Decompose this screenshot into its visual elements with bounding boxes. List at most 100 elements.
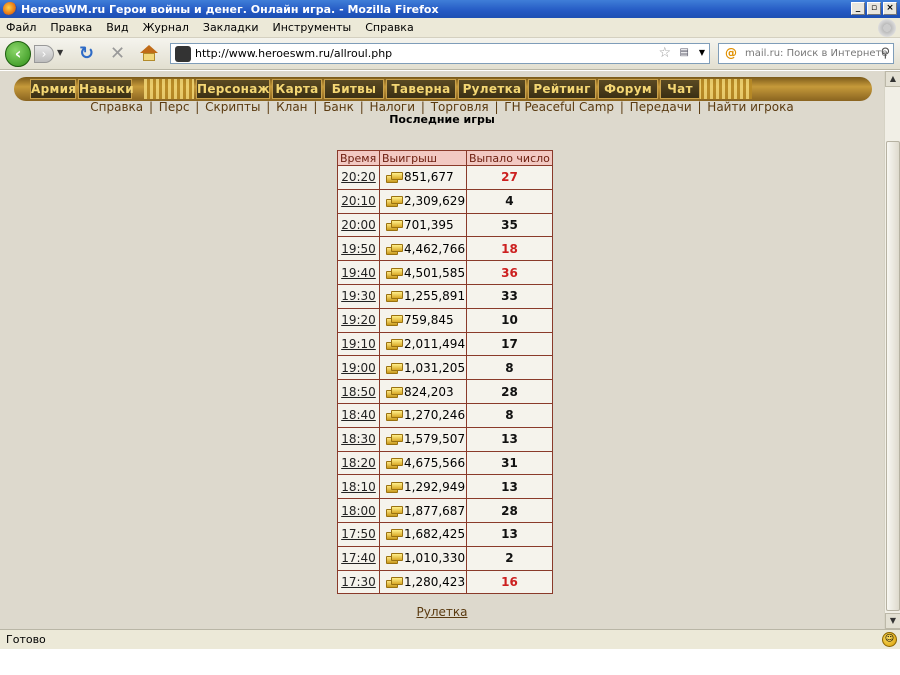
- win-cell: 1,877,687: [379, 498, 467, 523]
- status-bar: Готово ☺: [0, 629, 900, 649]
- minimize-button[interactable]: _: [851, 2, 865, 15]
- menu-help[interactable]: Справка: [365, 21, 413, 34]
- menu-tools[interactable]: Инструменты: [273, 21, 352, 34]
- time-cell: 17:40: [337, 545, 380, 571]
- menu-roulette-button[interactable]: Рулетка: [458, 79, 526, 99]
- win-amount: 4,675,566: [404, 455, 466, 470]
- page-title: Последние игры: [389, 113, 495, 126]
- table-row: 20:20 851,677 27: [337, 165, 553, 190]
- menu-battles-button[interactable]: Битвы: [324, 79, 384, 99]
- game-time-link[interactable]: 18:20: [341, 456, 376, 470]
- home-icon[interactable]: [140, 45, 158, 61]
- time-cell: 18:50: [337, 379, 380, 404]
- time-cell: 20:00: [337, 212, 380, 238]
- game-time-link[interactable]: 17:40: [341, 551, 376, 565]
- game-time-link[interactable]: 19:00: [341, 361, 376, 375]
- table-row: 17:40 1,010,330 2: [337, 545, 553, 571]
- scroll-down-button[interactable]: ▼: [885, 613, 900, 629]
- win-amount: 759,845: [404, 313, 454, 328]
- menu-file[interactable]: Файл: [6, 21, 36, 34]
- win-cell: 1,292,949: [379, 474, 467, 500]
- link-find-player[interactable]: Найти игрока: [707, 100, 793, 114]
- link-scripts[interactable]: Скрипты: [205, 100, 260, 114]
- gold-icon: [386, 481, 403, 493]
- menu-chat-button[interactable]: Чат: [660, 79, 700, 99]
- game-time-link[interactable]: 18:40: [341, 408, 376, 422]
- game-time-link[interactable]: 19:50: [341, 242, 376, 256]
- url-dropdown-icon[interactable]: ▼: [699, 48, 705, 57]
- maximize-button[interactable]: ▫: [867, 2, 881, 15]
- search-bar[interactable]: @ mail.ru: Поиск в Интернете ⚲: [718, 43, 894, 64]
- menu-character-button[interactable]: Персонаж: [196, 79, 270, 99]
- link-clan[interactable]: Клан: [276, 100, 307, 114]
- game-time-link[interactable]: 18:50: [341, 385, 376, 399]
- time-cell: 18:00: [337, 498, 380, 523]
- menu-bookmarks[interactable]: Закладки: [203, 21, 259, 34]
- feed-icon[interactable]: ▤: [680, 47, 689, 58]
- game-time-link[interactable]: 19:40: [341, 266, 376, 280]
- scroll-thumb[interactable]: [886, 141, 900, 611]
- game-time-link[interactable]: 18:30: [341, 432, 376, 446]
- stop-icon[interactable]: ✕: [110, 43, 125, 64]
- menu-view[interactable]: Вид: [106, 21, 128, 34]
- back-button[interactable]: ‹: [5, 41, 31, 67]
- win-amount: 1,270,246: [404, 408, 466, 423]
- search-icon[interactable]: ⚲: [880, 46, 890, 61]
- number-cell: 31: [466, 450, 553, 476]
- url-bar[interactable]: http://www.heroeswm.ru/allroul.php ☆ ▤ ▼: [170, 43, 710, 64]
- forward-button[interactable]: ›: [34, 45, 54, 63]
- gold-icon: [386, 410, 403, 422]
- win-amount: 701,395: [404, 217, 454, 232]
- menu-tavern-button[interactable]: Таверна: [386, 79, 456, 99]
- game-time-link[interactable]: 20:20: [341, 170, 376, 184]
- menu-edit[interactable]: Правка: [50, 21, 92, 34]
- game-time-link[interactable]: 19:10: [341, 337, 376, 351]
- win-amount: 1,292,949: [404, 479, 466, 494]
- close-button[interactable]: ×: [883, 2, 897, 15]
- addon-smiley-icon[interactable]: ☺: [882, 632, 897, 647]
- menu-forum-button[interactable]: Форум: [598, 79, 658, 99]
- game-time-link[interactable]: 19:30: [341, 289, 376, 303]
- menu-army-button[interactable]: Армия: [30, 79, 76, 99]
- menu-history[interactable]: Журнал: [143, 21, 189, 34]
- game-time-link[interactable]: 20:10: [341, 194, 376, 208]
- game-time-link[interactable]: 17:30: [341, 575, 376, 589]
- link-trade[interactable]: Торговля: [431, 100, 489, 114]
- gold-icon: [386, 434, 403, 446]
- header-win: Выигрыш: [379, 150, 467, 166]
- history-dropdown-icon[interactable]: ▼: [57, 48, 63, 57]
- roulette-link[interactable]: Рулетка: [0, 605, 884, 619]
- game-time-link[interactable]: 19:20: [341, 313, 376, 327]
- game-time-link[interactable]: 17:50: [341, 527, 376, 541]
- win-amount: 824,203: [404, 384, 454, 399]
- link-taxes[interactable]: Налоги: [370, 100, 416, 114]
- link-help[interactable]: Справка: [90, 100, 143, 114]
- time-cell: 20:20: [337, 165, 380, 190]
- number-cell: 35: [466, 212, 553, 238]
- number-cell: 8: [466, 355, 553, 381]
- win-cell: 2,309,629: [379, 188, 467, 214]
- header-number: Выпало число: [466, 150, 553, 166]
- reload-icon[interactable]: ↻: [79, 43, 94, 64]
- link-bank[interactable]: Банк: [323, 100, 354, 114]
- search-engine-icon[interactable]: @: [721, 45, 741, 62]
- url-text[interactable]: http://www.heroeswm.ru/allroul.php: [195, 47, 392, 60]
- table-row: 19:50 4,462,766 18: [337, 236, 553, 262]
- menu-skills-button[interactable]: Навыки: [78, 79, 134, 99]
- win-cell: 824,203: [379, 379, 467, 404]
- link-character[interactable]: Перс: [159, 100, 190, 114]
- menu-bar: Файл Правка Вид Журнал Закладки Инструме…: [0, 18, 900, 38]
- game-time-link[interactable]: 20:00: [341, 218, 376, 232]
- game-time-link[interactable]: 18:00: [341, 504, 376, 518]
- bookmark-star-icon[interactable]: ☆: [658, 45, 671, 61]
- link-peaceful-camp[interactable]: ГН Peaceful Camp: [504, 100, 614, 114]
- game-time-link[interactable]: 18:10: [341, 480, 376, 494]
- time-cell: 17:30: [337, 569, 380, 595]
- scroll-up-button[interactable]: ▲: [885, 71, 900, 87]
- link-transfers[interactable]: Передачи: [630, 100, 692, 114]
- vertical-scrollbar[interactable]: ▲ ▼: [884, 71, 900, 629]
- time-cell: 19:00: [337, 355, 380, 381]
- menu-rating-button[interactable]: Рейтинг: [528, 79, 596, 99]
- search-input[interactable]: mail.ru: Поиск в Интернете: [745, 48, 888, 59]
- menu-map-button[interactable]: Карта: [272, 79, 322, 99]
